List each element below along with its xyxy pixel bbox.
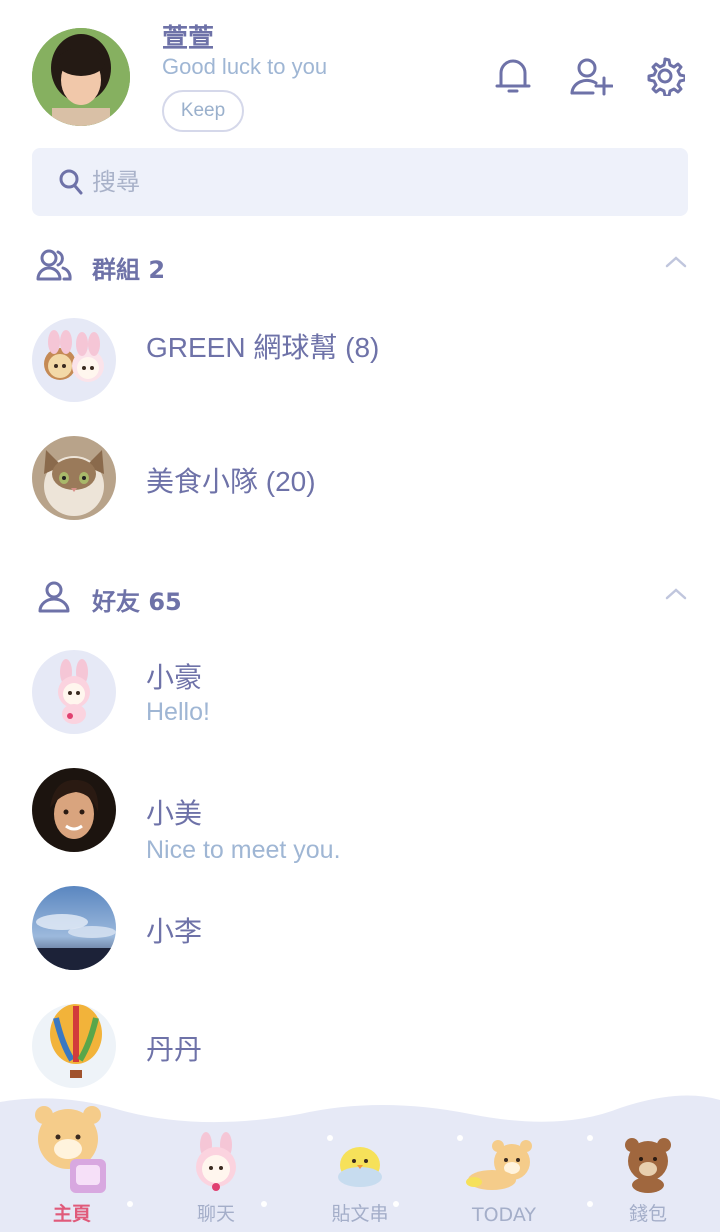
friend-status-message: Nice to meet you. (146, 836, 341, 864)
rilakkuma-lying-today-icon (466, 1140, 532, 1190)
bottom-navigation-bar: 主頁 聊天 貼文串 TODAY 錢包 (0, 1092, 720, 1232)
friend-name: 小豪 (146, 662, 203, 693)
profile-status-message[interactable]: Good luck to you (162, 54, 327, 80)
group-avatar-rilakkuma-bunny (32, 318, 116, 402)
nav-tab-today[interactable]: TODAY (444, 1136, 564, 1226)
group-avatar-cat (32, 436, 116, 520)
nav-label: 錢包 (628, 1203, 667, 1225)
friend-avatar-korilakkuma (32, 650, 116, 734)
settings-gear-icon[interactable] (642, 52, 688, 100)
chevron-up-icon[interactable] (664, 586, 688, 606)
list-item-friend[interactable]: 小美 Nice to meet you. (32, 768, 688, 864)
group-name: GREEN 網球幫 (8) (146, 332, 380, 363)
list-item-friend[interactable]: 丹丹 (32, 1004, 688, 1094)
nav-tab-chat[interactable]: 聊天 (156, 1131, 276, 1226)
bell-icon[interactable] (490, 52, 536, 100)
friend-avatar-photo (32, 768, 116, 852)
list-item-group[interactable]: GREEN 網球幫 (8) (32, 318, 688, 408)
group-name: 美食小隊 (20) (146, 466, 316, 497)
friend-name: 小美 (146, 798, 203, 829)
friend-avatar-sky (32, 886, 116, 970)
friend-avatar-hot-air-balloon (32, 1004, 116, 1088)
nav-tab-home[interactable]: 主頁 (12, 1099, 132, 1226)
friend-name: 丹丹 (146, 1034, 203, 1065)
list-item-friend[interactable]: 小豪 Hello! (32, 650, 688, 740)
friend-icon (36, 580, 72, 618)
groups-section-header[interactable]: 群組 2 (36, 244, 688, 288)
search-icon (58, 168, 84, 200)
rilakkuma-home-icon (35, 1106, 106, 1193)
korilakkuma-chat-icon (196, 1132, 236, 1191)
bear-wallet-icon (625, 1138, 671, 1193)
friends-section-header[interactable]: 好友 65 (36, 576, 688, 620)
friend-status-message: Hello! (146, 698, 210, 726)
profile-name: 萱萱 (162, 24, 215, 54)
friend-name: 小李 (146, 916, 203, 947)
search-bar[interactable] (32, 148, 688, 216)
keep-button[interactable]: Keep (162, 90, 244, 132)
groups-section-title: 群組 2 (92, 256, 166, 284)
nav-tab-timeline[interactable]: 貼文串 (300, 1131, 420, 1226)
nav-label: 貼文串 (331, 1203, 389, 1225)
list-item-friend[interactable]: 小李 (32, 886, 688, 976)
nav-label: 主頁 (52, 1203, 91, 1225)
add-friend-icon[interactable] (568, 52, 614, 100)
chevron-up-icon[interactable] (664, 254, 688, 274)
nav-label: 聊天 (196, 1203, 235, 1225)
group-icon (36, 248, 72, 286)
search-input[interactable] (92, 148, 652, 216)
list-item-group[interactable]: 美食小隊 (20) (32, 436, 688, 526)
friends-section-title: 好友 65 (92, 588, 182, 616)
nav-tab-wallet[interactable]: 錢包 (588, 1131, 708, 1226)
nav-label: TODAY (472, 1204, 536, 1226)
kiiroitori-timeline-icon (338, 1147, 382, 1187)
profile-avatar[interactable] (32, 28, 130, 126)
